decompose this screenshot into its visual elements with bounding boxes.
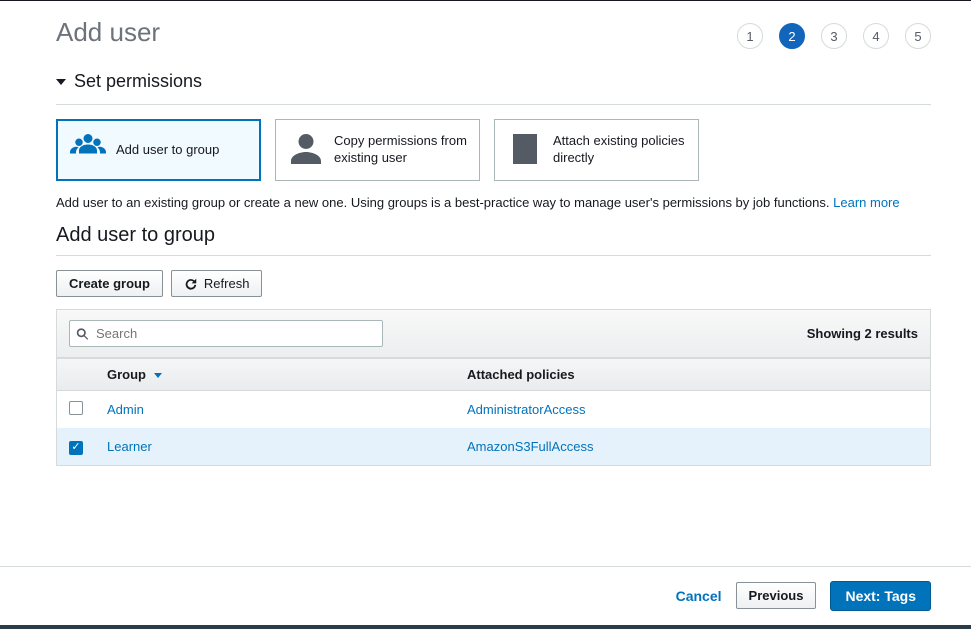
group-table: Group Attached policies Admin Administrat… bbox=[57, 358, 930, 465]
action-buttons: Create group Refresh bbox=[56, 270, 931, 297]
card-label: Copy permissions from existing user bbox=[334, 133, 467, 167]
subsection-title: Add user to group bbox=[56, 224, 931, 247]
document-icon bbox=[507, 131, 543, 170]
section-header[interactable]: Set permissions bbox=[56, 71, 931, 92]
group-table-wrap: Showing 2 results Group Attached policie… bbox=[56, 309, 931, 466]
previous-label: Previous bbox=[749, 588, 804, 603]
learn-more-link[interactable]: Learn more bbox=[833, 195, 899, 210]
group-link[interactable]: Learner bbox=[107, 439, 152, 454]
permission-card-2[interactable]: Attach existing policies directly bbox=[494, 119, 699, 181]
search-input[interactable] bbox=[69, 320, 383, 347]
next-button[interactable]: Next: Tags bbox=[830, 581, 931, 611]
row-checkbox[interactable] bbox=[69, 401, 83, 415]
step-2[interactable]: 2 bbox=[779, 23, 805, 49]
step-1[interactable]: 1 bbox=[737, 23, 763, 49]
search-box bbox=[69, 320, 383, 347]
group-icon bbox=[70, 131, 106, 170]
card-label: Attach existing policies directly bbox=[553, 133, 686, 167]
col-checkbox bbox=[57, 359, 95, 391]
step-5[interactable]: 5 bbox=[905, 23, 931, 49]
previous-button[interactable]: Previous bbox=[736, 582, 817, 609]
bottom-rule bbox=[0, 625, 971, 629]
step-3[interactable]: 3 bbox=[821, 23, 847, 49]
caret-down-icon bbox=[56, 79, 66, 85]
help-text-body: Add user to an existing group or create … bbox=[56, 195, 833, 210]
cancel-button[interactable]: Cancel bbox=[676, 588, 722, 604]
footer: Cancel Previous Next: Tags bbox=[0, 566, 971, 625]
divider bbox=[56, 104, 931, 105]
refresh-button[interactable]: Refresh bbox=[171, 270, 263, 297]
search-icon bbox=[76, 327, 89, 340]
row-checkbox[interactable] bbox=[69, 441, 83, 455]
col-policies[interactable]: Attached policies bbox=[455, 359, 930, 391]
refresh-icon bbox=[184, 277, 198, 291]
main-container: Add user 12345 Set permissions Add user … bbox=[0, 1, 971, 466]
header-row: Add user 12345 bbox=[56, 17, 931, 49]
permission-card-0[interactable]: Add user to group bbox=[56, 119, 261, 181]
policy-link[interactable]: AdministratorAccess bbox=[467, 402, 585, 417]
user-icon bbox=[288, 131, 324, 170]
step-4[interactable]: 4 bbox=[863, 23, 889, 49]
filter-bar: Showing 2 results bbox=[57, 310, 930, 358]
help-text: Add user to an existing group or create … bbox=[56, 195, 931, 210]
col-group[interactable]: Group bbox=[95, 359, 455, 391]
sort-caret-icon bbox=[154, 373, 162, 378]
card-label: Add user to group bbox=[116, 142, 219, 159]
divider bbox=[56, 255, 931, 256]
table-header-row: Group Attached policies bbox=[57, 359, 930, 391]
refresh-label: Refresh bbox=[204, 276, 250, 291]
results-count: Showing 2 results bbox=[807, 326, 918, 341]
permission-card-1[interactable]: Copy permissions from existing user bbox=[275, 119, 480, 181]
policy-link[interactable]: AmazonS3FullAccess bbox=[467, 439, 593, 454]
permission-cards: Add user to group Copy permissions from e… bbox=[56, 119, 931, 181]
col-group-label: Group bbox=[107, 367, 146, 382]
create-group-button[interactable]: Create group bbox=[56, 270, 163, 297]
group-link[interactable]: Admin bbox=[107, 402, 144, 417]
table-row: Learner AmazonS3FullAccess bbox=[57, 428, 930, 465]
section-title: Set permissions bbox=[74, 71, 202, 92]
step-indicator: 12345 bbox=[737, 23, 931, 49]
page-title: Add user bbox=[56, 17, 160, 48]
table-row: Admin AdministratorAccess bbox=[57, 391, 930, 429]
